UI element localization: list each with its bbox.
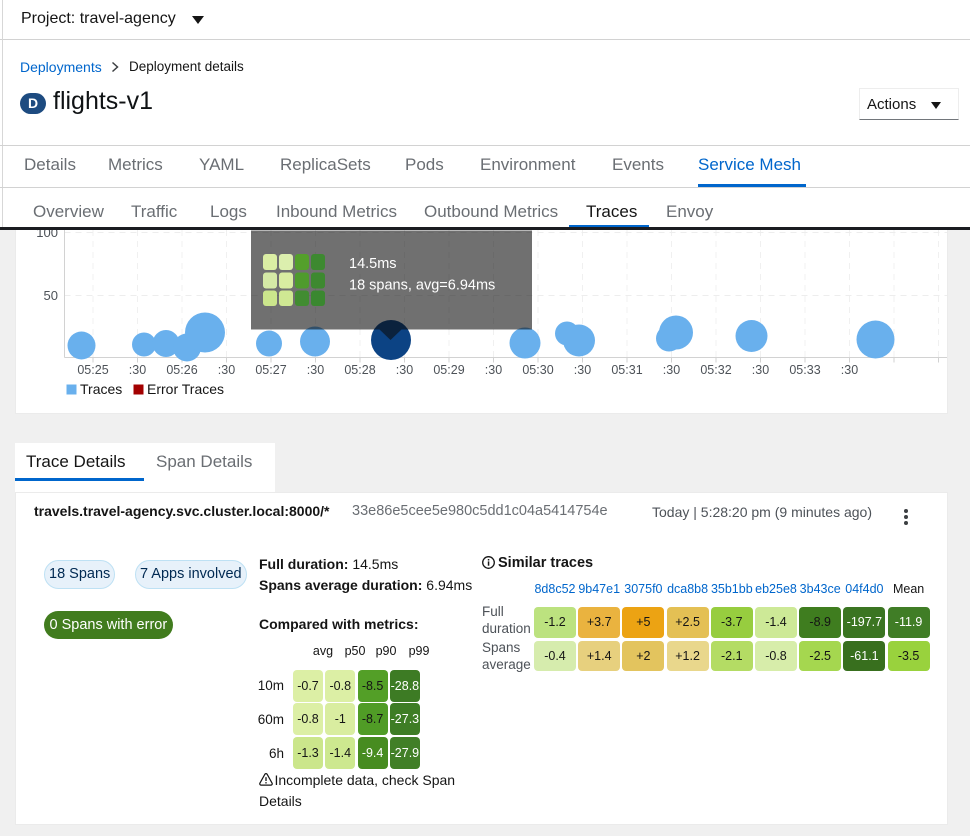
svg-text:05:33: 05:33 [789,363,820,377]
svg-text::30: :30 [129,363,146,377]
svg-text::30: :30 [752,363,769,377]
svg-text:05:26: 05:26 [166,363,197,377]
svg-text:05:31: 05:31 [611,363,642,377]
svg-text:Error Traces: Error Traces [147,381,224,397]
svg-text:05:32: 05:32 [700,363,731,377]
svg-text::30: :30 [485,363,502,377]
svg-text::30: :30 [841,363,858,377]
svg-text::30: :30 [396,363,413,377]
svg-text:05:28: 05:28 [344,363,375,377]
svg-text::30: :30 [218,363,235,377]
svg-text::30: :30 [574,363,591,377]
svg-text:05:30: 05:30 [522,363,553,377]
svg-text:05:29: 05:29 [433,363,464,377]
svg-text:05:27: 05:27 [255,363,286,377]
svg-text:05:25: 05:25 [77,363,108,377]
svg-text::30: :30 [663,363,680,377]
svg-text:Traces: Traces [80,381,122,397]
svg-text:18 spans, avg=6.94ms: 18 spans, avg=6.94ms [349,277,495,293]
svg-text:14.5ms: 14.5ms [349,256,397,272]
svg-text:50: 50 [44,288,58,303]
svg-text:100: 100 [36,230,58,240]
svg-text::30: :30 [307,363,324,377]
